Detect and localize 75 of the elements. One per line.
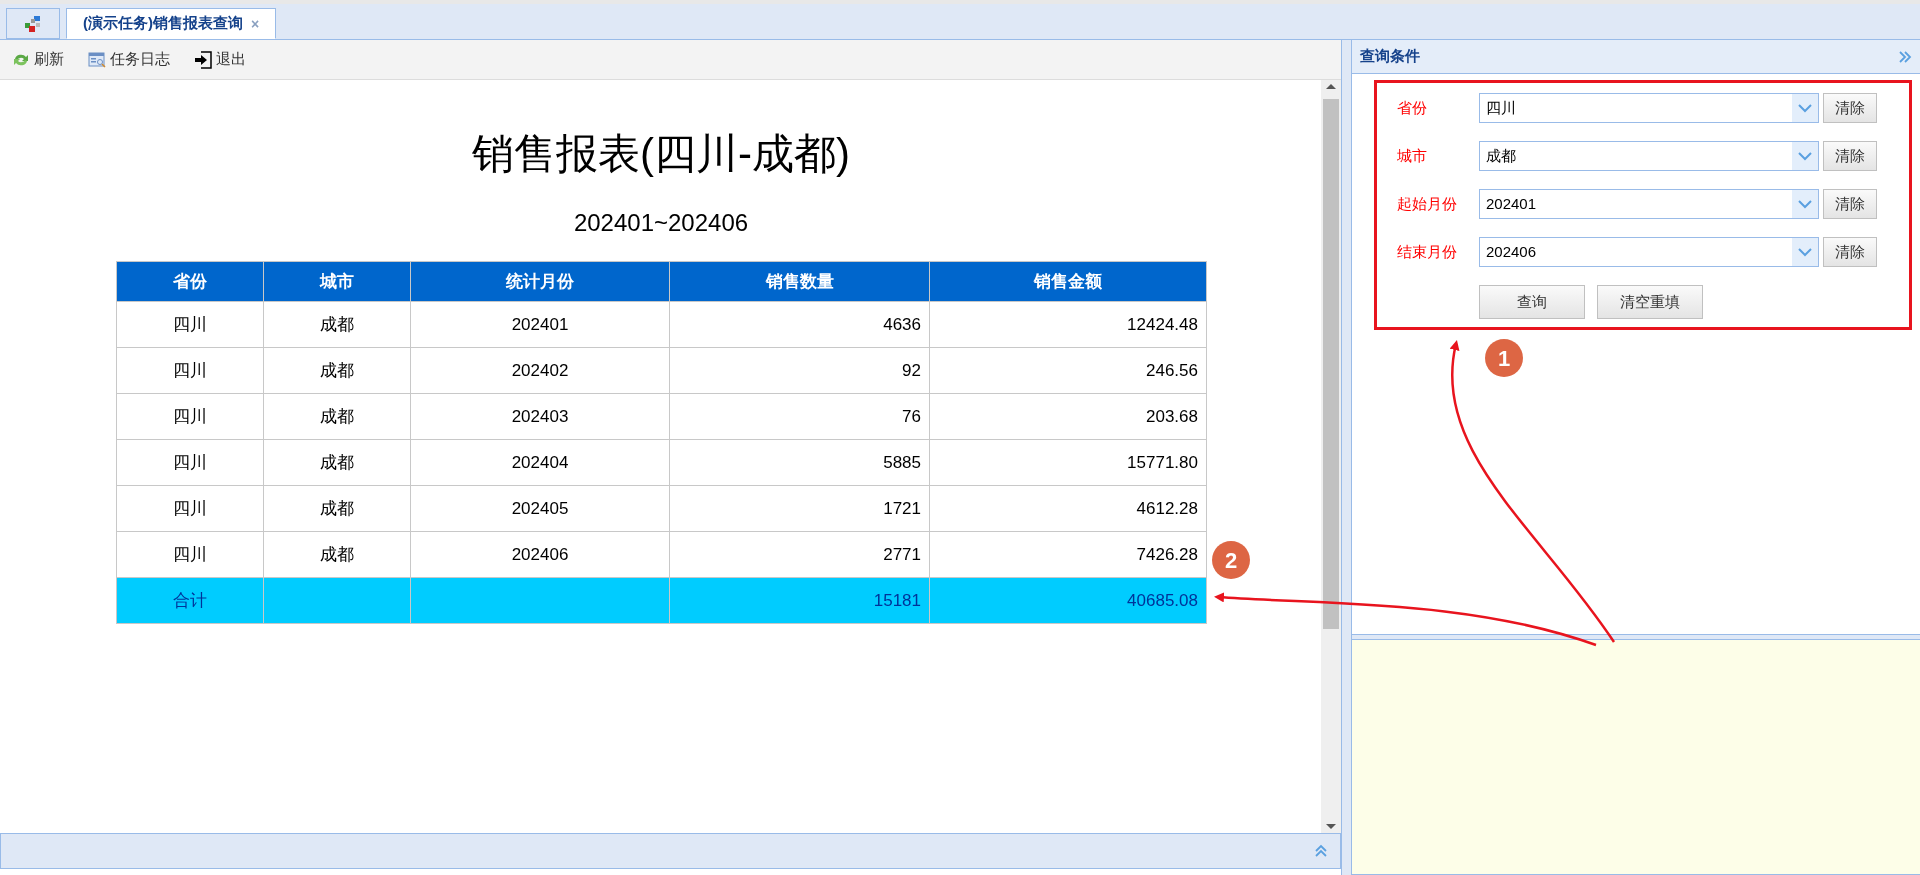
combobox[interactable]: 四川 — [1479, 93, 1819, 123]
table-cell: 成都 — [263, 439, 411, 486]
table-cell: 5885 — [669, 439, 930, 486]
table-cell: 202406 — [410, 531, 670, 578]
table-cell: 7426.28 — [929, 531, 1207, 578]
field-label: 省份 — [1396, 97, 1428, 118]
table-cell: 四川 — [116, 393, 264, 440]
total-cell: 15181 — [669, 577, 930, 624]
table-cell: 四川 — [116, 347, 264, 394]
page-tab[interactable]: (演示任务)销售报表查询 × — [66, 8, 277, 39]
table-cell: 202402 — [410, 347, 670, 394]
table-cell: 246.56 — [929, 347, 1207, 394]
table-cell: 92 — [669, 347, 930, 394]
table-cell: 202404 — [410, 439, 670, 486]
table-cell: 成都 — [263, 301, 411, 348]
report-period: 202401~202406 — [573, 208, 749, 238]
table-cell: 成都 — [263, 393, 411, 440]
vertical-scrollbar[interactable] — [1321, 80, 1341, 833]
panel-title: 查询条件 — [1360, 46, 1420, 67]
table-cell: 四川 — [116, 439, 264, 486]
chevron-down-icon — [1797, 247, 1813, 257]
scrollbar-thumb[interactable] — [1323, 99, 1339, 629]
clear-button[interactable]: 清除 — [1823, 237, 1877, 267]
field-label: 城市 — [1396, 145, 1428, 166]
table-cell: 四川 — [116, 531, 264, 578]
column-header: 销售金额 — [929, 261, 1207, 302]
table-cell: 203.68 — [929, 393, 1207, 440]
total-cell: 40685.08 — [929, 577, 1207, 624]
double-chevron-up-icon[interactable] — [1314, 844, 1328, 858]
toolbar-button[interactable]: 退出 — [194, 48, 246, 71]
home-tab[interactable] — [6, 8, 60, 39]
chevron-down-icon — [1797, 103, 1813, 113]
exit-icon — [194, 50, 212, 69]
query-button[interactable]: 查询 — [1479, 285, 1585, 319]
double-chevron-right-icon[interactable] — [1898, 49, 1912, 64]
chevron-down-icon — [1797, 199, 1813, 209]
table-cell: 12424.48 — [929, 301, 1207, 348]
clear-button[interactable]: 清除 — [1823, 141, 1877, 171]
document-search-icon — [88, 51, 106, 68]
table-cell: 76 — [669, 393, 930, 440]
column-header: 省份 — [116, 261, 264, 302]
field-label: 结束月份 — [1396, 241, 1458, 262]
app-logo-icon — [23, 13, 43, 34]
table-cell: 202405 — [410, 485, 670, 532]
report-title: 销售报表(四川-成都) — [472, 129, 850, 179]
table-cell: 成都 — [263, 485, 411, 532]
table-cell: 四川 — [116, 301, 264, 348]
table-cell: 202403 — [410, 393, 670, 440]
annotation-badge: 1 — [1485, 339, 1523, 377]
table-cell: 202401 — [410, 301, 670, 348]
scroll-up-icon[interactable] — [1326, 84, 1336, 89]
panel-splitter[interactable] — [1342, 40, 1352, 875]
column-header: 统计月份 — [410, 261, 670, 302]
table-cell: 成都 — [263, 531, 411, 578]
combobox[interactable]: 202401 — [1479, 189, 1819, 219]
table-cell: 2771 — [669, 531, 930, 578]
field-label: 起始月份 — [1396, 193, 1458, 214]
table-cell: 成都 — [263, 347, 411, 394]
table-cell: 4636 — [669, 301, 930, 348]
clear-button[interactable]: 清除 — [1823, 93, 1877, 123]
total-cell: 合计 — [116, 577, 264, 624]
table-cell: 四川 — [116, 485, 264, 532]
table-cell: 1721 — [669, 485, 930, 532]
toolbar-button[interactable]: 任务日志 — [88, 48, 170, 71]
combobox[interactable]: 202406 — [1479, 237, 1819, 267]
clear-button[interactable]: 清除 — [1823, 189, 1877, 219]
column-header: 销售数量 — [669, 261, 930, 302]
table-cell: 4612.28 — [929, 485, 1207, 532]
combobox[interactable]: 成都 — [1479, 141, 1819, 171]
toolbar-button[interactable]: 刷新 — [12, 48, 64, 71]
column-header: 城市 — [263, 261, 411, 302]
annotation-badge: 2 — [1212, 541, 1250, 579]
table-cell: 15771.80 — [929, 439, 1207, 486]
chevron-down-icon — [1797, 151, 1813, 161]
reset-button[interactable]: 清空重填 — [1597, 285, 1703, 319]
